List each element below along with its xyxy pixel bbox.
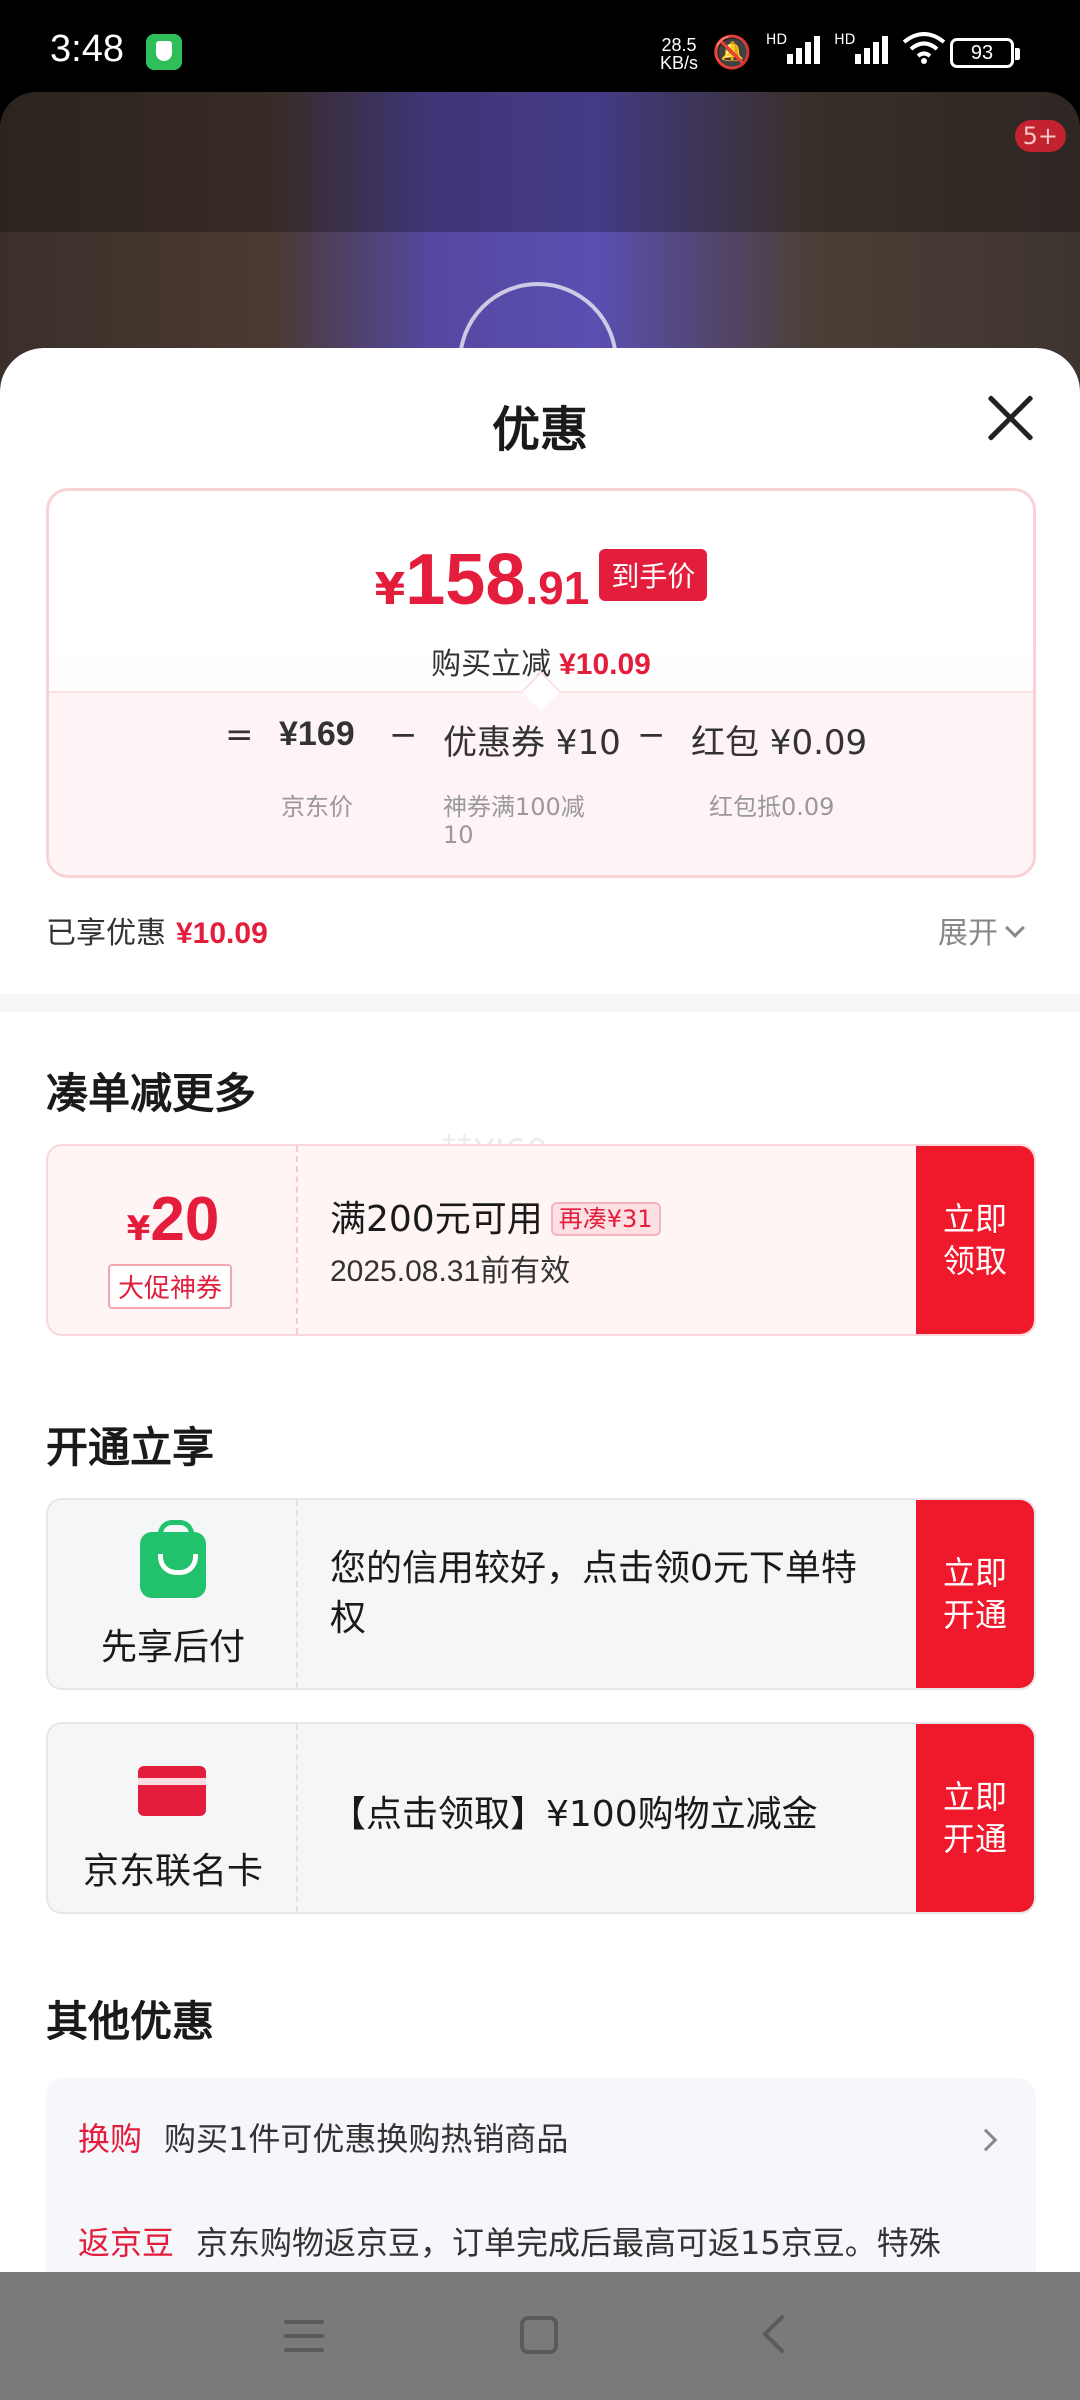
formula-jd-price: ¥169 [279,715,355,753]
coupon-currency: ¥ [126,1209,151,1249]
back-icon[interactable] [762,2314,802,2354]
menu-icon[interactable] [284,2320,324,2352]
price-integer: 158 [405,540,526,620]
section-title-open: 开通立享 [46,1423,215,1472]
hd-label: HD [834,32,856,48]
service-brand: 先享后付 [48,1500,298,1688]
offer-text: 京东购物返京豆，订单完成后最高可返15京豆。特殊 [196,2224,941,2262]
price-breakdown-box: ¥158.91 到手价 购买立减 ¥10.09 = ¥169 − 优惠券 ¥10 −… [46,488,1036,878]
status-icons: 🔕 HD HD [712,32,946,72]
formula-equals: = [225,715,254,755]
coupon-tag: 大促神券 [108,1264,233,1309]
network-speed: 28.5 KB/s [660,36,698,72]
mute-bell-icon: 🔕 [712,33,752,71]
expand-button[interactable]: 展开 [938,908,1025,952]
chevron-down-icon [1005,918,1025,938]
status-bar: 3:48 28.5 KB/s 🔕 HD HD 93 [0,0,1080,100]
home-icon[interactable] [520,2316,558,2354]
product-toolbar-dimmed [0,92,1080,232]
jd-price-label: 京东价 [281,793,353,821]
final-price-tag: 到手价 [599,549,708,601]
offer-tag: 换购 [78,2120,143,2158]
coupon-amount: ¥20 [48,1184,298,1255]
coupon-expiry: 2025.08.31前有效 [330,1255,571,1288]
security-shield-icon [146,34,182,70]
price-decimal: .91 [525,562,590,614]
activate-label: 立即 开通 [942,1554,1007,1634]
service-card-jd-card: 京东联名卡 【点击领取】¥100购物立减金 立即 开通 [46,1722,1036,1914]
coupon-card: ¥20 大促神券 满200元可用 再凑¥31 2025.08.31前有效 立即 领… [46,1144,1036,1336]
service-brand: 京东联名卡 [48,1724,298,1912]
close-icon[interactable] [980,388,1040,448]
section-title-other: 其他优惠 [46,1997,215,2046]
other-offers-box: 换购 购买1件可优惠换购热销商品 返京豆 京东购物返京豆，订单完成后最高可返15京豆… [46,2078,1036,2272]
signal-2-icon: HD [834,32,889,72]
battery-icon: 93 [950,38,1020,68]
activate-pay-later-button[interactable]: 立即 开通 [916,1500,1034,1688]
network-speed-unit: KB/s [660,53,699,73]
system-nav-bar [0,2272,1080,2400]
enjoyed-discount: 已享优惠 ¥10.09 [46,908,268,952]
redpacket-detail: 红包抵0.09 [709,793,835,821]
service-text: 【点击领取】¥100购物立减金 [330,1794,818,1835]
expand-label: 展开 [938,916,998,951]
activate-jd-card-button[interactable]: 立即 开通 [916,1724,1034,1912]
coupon-info: 满200元可用 再凑¥31 2025.08.31前有效 [330,1146,910,1334]
service-label: 京东联名卡 [82,1851,263,1892]
service-info: 【点击领取】¥100购物立减金 [330,1724,910,1912]
discount-sheet: 优惠 ¥158.91 到手价 购买立减 ¥10.09 = ¥169 − 优惠券 ¥1… [0,348,1080,2272]
formula-minus: − [389,715,418,755]
instant-discount-amount: ¥10.09 [559,648,651,681]
enjoyed-amount: ¥10.09 [176,917,268,950]
shopping-bag-icon [140,1520,206,1598]
credit-card-icon [138,1766,206,1816]
formula-minus: − [637,715,666,755]
claim-coupon-button[interactable]: 立即 领取 [916,1146,1034,1334]
coupon-value: 20 [150,1185,220,1254]
price-currency: ¥ [374,564,406,615]
formula-coupon: 优惠券 ¥10 [443,723,621,763]
other-offer-trade-in[interactable]: 换购 购买1件可优惠换购热销商品 [78,2114,568,2160]
other-offer-jd-beans: 返京豆 京东购物返京豆，订单完成后最高可返15京豆。特殊 [78,2218,941,2264]
section-title-more: 凑单减更多 [46,1069,257,1118]
wifi-icon [902,32,946,72]
offer-tag: 返京豆 [78,2224,175,2262]
chevron-right-icon[interactable] [974,2128,998,2152]
notification-badge: 5+ [1014,120,1066,152]
final-price: ¥158.91 到手价 [49,539,1033,621]
signal-1-icon: HD [765,32,821,72]
coupon-condition: 满200元可用 再凑¥31 [330,1190,661,1242]
service-info: 您的信用较好，点击领0元下单特权 [330,1500,910,1688]
status-time: 3:48 [50,28,124,70]
formula-redpacket: 红包 ¥0.09 [691,723,868,763]
instant-discount-label: 购买立减 [431,647,552,682]
coupon-detail-line2: 10 [443,821,474,849]
service-card-pay-later: 先享后付 您的信用较好，点击领0元下单特权 立即 开通 [46,1498,1036,1690]
offer-text: 购买1件可优惠换购热销商品 [164,2120,569,2158]
claim-coupon-label: 立即 领取 [942,1200,1007,1280]
activate-label: 立即 开通 [942,1778,1007,1858]
coupon-value-area: ¥20 大促神券 [48,1146,298,1334]
enjoyed-label: 已享优惠 [46,916,166,951]
service-label: 先享后付 [100,1627,245,1668]
coupon-remaining-pill: 再凑¥31 [550,1202,661,1236]
section-divider [0,994,1080,1012]
sheet-title: 优惠 [491,402,588,458]
service-text: 您的信用较好，点击领0元下单特权 [330,1548,857,1639]
network-speed-value: 28.5 [661,35,697,55]
coupon-detail-line1: 神券满100减 [443,793,585,821]
coupon-condition-text: 满200元可用 [330,1199,543,1240]
hd-label: HD [765,32,788,48]
